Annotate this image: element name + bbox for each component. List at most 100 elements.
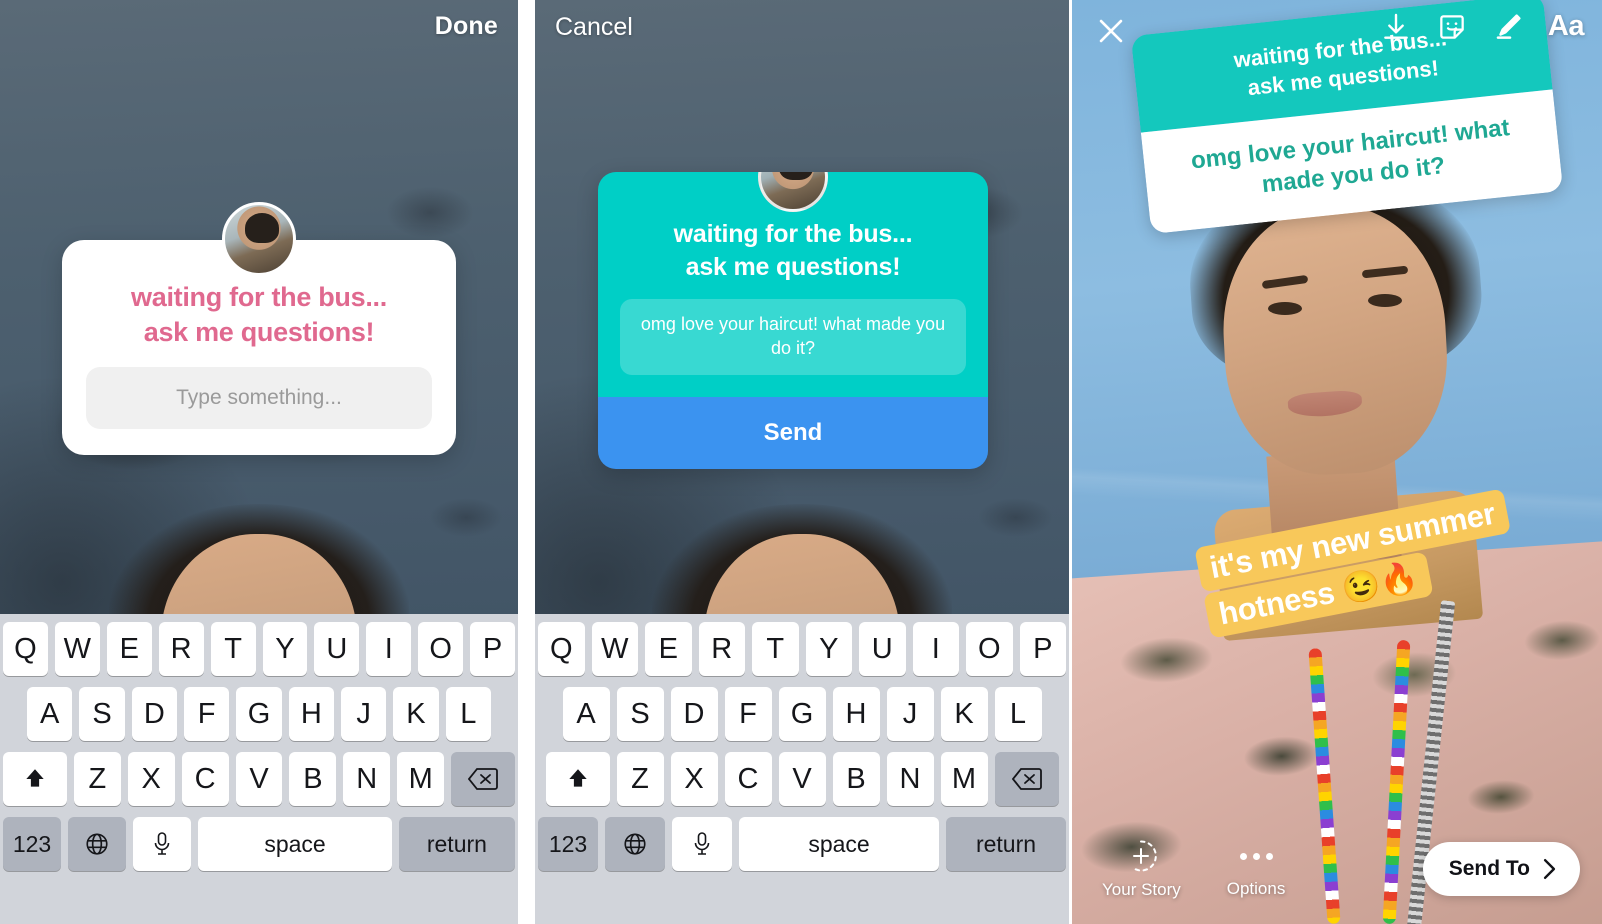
key-R[interactable]: R xyxy=(158,622,204,676)
key-A[interactable]: A xyxy=(27,687,73,741)
keyboard-row-3: Z X C V B N M xyxy=(3,752,515,806)
return-key[interactable]: return xyxy=(946,817,1066,871)
key-J[interactable]: J xyxy=(886,687,934,741)
key-X[interactable]: X xyxy=(127,752,175,806)
key-A[interactable]: A xyxy=(562,687,610,741)
key-P[interactable]: P xyxy=(1019,622,1066,676)
send-to-label: Send To xyxy=(1448,857,1530,880)
keyboard-row-3: Z X C V B N M xyxy=(538,752,1066,806)
key-Z[interactable]: Z xyxy=(73,752,121,806)
return-key[interactable]: return xyxy=(398,817,515,871)
key-S[interactable]: S xyxy=(616,687,664,741)
microphone-icon xyxy=(151,831,173,857)
space-key[interactable]: space xyxy=(198,817,392,871)
shift-key[interactable] xyxy=(3,752,67,806)
close-button[interactable] xyxy=(1094,14,1128,48)
key-E[interactable]: E xyxy=(645,622,692,676)
key-W[interactable]: W xyxy=(54,622,100,676)
globe-key[interactable] xyxy=(68,817,127,871)
backspace-key[interactable] xyxy=(451,752,515,806)
key-F[interactable]: F xyxy=(724,687,772,741)
answer-input[interactable]: Type something... xyxy=(86,367,432,430)
send-to-button[interactable]: Send To xyxy=(1422,842,1580,896)
key-Z[interactable]: Z xyxy=(616,752,664,806)
key-Q[interactable]: Q xyxy=(538,622,585,676)
microphone-key[interactable] xyxy=(672,817,732,871)
sticker-button[interactable] xyxy=(1436,11,1468,43)
key-F[interactable]: F xyxy=(184,687,230,741)
key-X[interactable]: X xyxy=(670,752,718,806)
key-B[interactable]: B xyxy=(832,752,880,806)
your-story-label: Your Story xyxy=(1102,880,1181,899)
key-K[interactable]: K xyxy=(940,687,988,741)
key-H[interactable]: H xyxy=(832,687,880,741)
key-J[interactable]: J xyxy=(340,687,387,741)
question-sticker-card[interactable]: waiting for the bus... ask me questions!… xyxy=(62,202,456,456)
key-N[interactable]: N xyxy=(886,752,934,806)
key-M[interactable]: M xyxy=(397,752,445,806)
key-C[interactable]: C xyxy=(181,752,229,806)
sticker-icon xyxy=(1436,11,1468,43)
key-W[interactable]: W xyxy=(591,622,638,676)
globe-icon xyxy=(622,831,648,857)
download-button[interactable] xyxy=(1380,11,1412,43)
key-R[interactable]: R xyxy=(698,622,745,676)
keyboard-row-4: 123 space return xyxy=(538,817,1066,871)
microphone-key[interactable] xyxy=(133,817,192,871)
done-button[interactable]: Done xyxy=(435,12,498,41)
cancel-button[interactable]: Cancel xyxy=(555,13,633,42)
key-L[interactable]: L xyxy=(445,687,491,741)
keyboard-row-1: Q W E R T Y U I O P xyxy=(2,622,516,676)
key-E[interactable]: E xyxy=(106,622,152,676)
key-S[interactable]: S xyxy=(79,687,125,741)
key-T[interactable]: T xyxy=(752,622,799,676)
shift-key[interactable] xyxy=(545,752,610,806)
key-G[interactable]: G xyxy=(778,687,826,741)
panel1-top-bar: Done xyxy=(0,0,518,58)
composer-top-toolbar: Aa xyxy=(1072,0,1602,62)
key-Y[interactable]: Y xyxy=(805,622,852,676)
your-story-button[interactable]: Your Story xyxy=(1102,838,1181,900)
options-button[interactable]: Options xyxy=(1227,839,1285,899)
key-Y[interactable]: Y xyxy=(262,622,308,676)
key-Q[interactable]: Q xyxy=(2,622,48,676)
key-U[interactable]: U xyxy=(859,622,906,676)
avatar xyxy=(222,202,296,276)
key-D[interactable]: D xyxy=(670,687,718,741)
key-O[interactable]: O xyxy=(966,622,1013,676)
panel-response-send-preview: Cancel waiting for the bus... ask me que… xyxy=(535,0,1069,924)
key-B[interactable]: B xyxy=(289,752,337,806)
key-T[interactable]: T xyxy=(210,622,256,676)
key-L[interactable]: L xyxy=(994,687,1042,741)
key-D[interactable]: D xyxy=(131,687,177,741)
key-V[interactable]: V xyxy=(778,752,826,806)
panel-question-sticker-editor: Done waiting for the bus... ask me quest… xyxy=(0,0,518,924)
key-M[interactable]: M xyxy=(940,752,988,806)
key-P[interactable]: P xyxy=(470,622,516,676)
keyboard-row-1: Q W E R T Y U I O P xyxy=(538,622,1066,676)
send-button[interactable]: Send xyxy=(598,396,988,469)
key-V[interactable]: V xyxy=(235,752,283,806)
reply-text[interactable]: omg love your haircut! what made you do … xyxy=(620,299,966,375)
shift-icon xyxy=(565,766,591,792)
key-U[interactable]: U xyxy=(314,622,360,676)
key-C[interactable]: C xyxy=(724,752,772,806)
backspace-key[interactable] xyxy=(994,752,1059,806)
key-I[interactable]: I xyxy=(366,622,412,676)
key-O[interactable]: O xyxy=(418,622,464,676)
key-I[interactable]: I xyxy=(912,622,959,676)
key-H[interactable]: H xyxy=(288,687,334,741)
question-prompt-line2: ask me questions! xyxy=(685,252,901,281)
backspace-icon xyxy=(1011,767,1042,791)
key-N[interactable]: N xyxy=(343,752,391,806)
key-K[interactable]: K xyxy=(393,687,439,741)
key-G[interactable]: G xyxy=(236,687,282,741)
numbers-key[interactable]: 123 xyxy=(538,817,598,871)
draw-button[interactable] xyxy=(1492,11,1524,43)
globe-key[interactable] xyxy=(605,817,665,871)
add-to-story-icon xyxy=(1123,838,1159,874)
space-key[interactable]: space xyxy=(739,817,939,871)
numbers-key[interactable]: 123 xyxy=(3,817,62,871)
text-tool-button[interactable]: Aa xyxy=(1548,10,1585,43)
microphone-icon xyxy=(691,831,713,857)
